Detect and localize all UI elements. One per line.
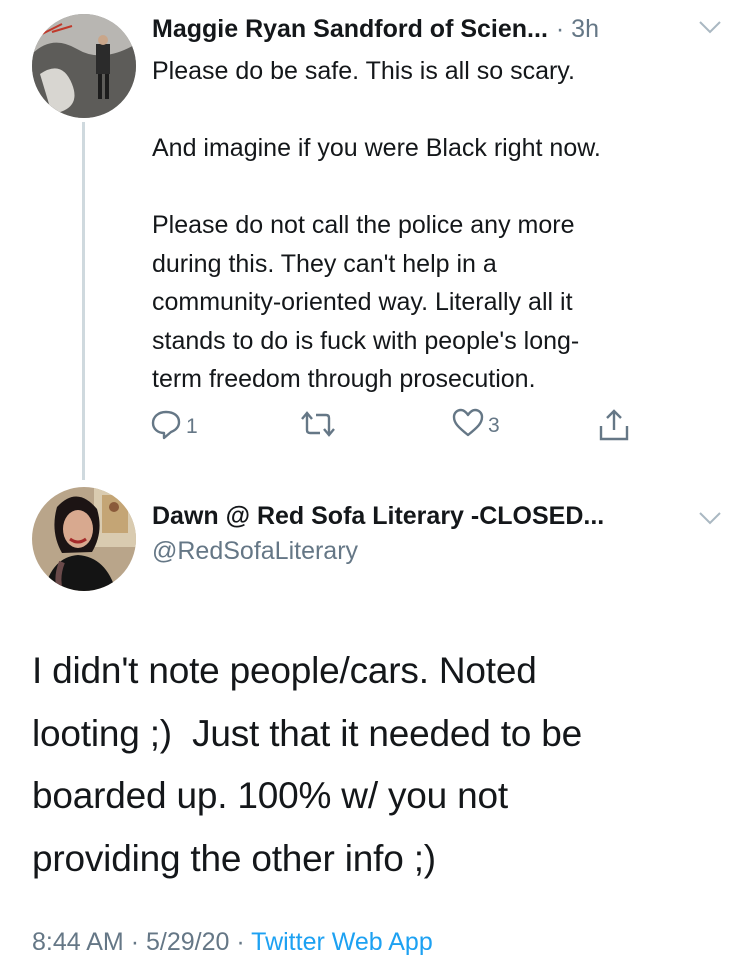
- text-line: community-oriented way. Literally all it: [152, 288, 573, 316]
- share-icon: [599, 409, 629, 441]
- source-app-link[interactable]: Twitter Web App: [251, 928, 433, 956]
- retweet-button[interactable]: [300, 408, 340, 440]
- text-line: boarded up. 100% w/ you not: [32, 775, 508, 816]
- retweet-icon: [301, 411, 335, 437]
- text-line: Please do be safe. This is all so scary.: [152, 57, 575, 85]
- text-line: during this. They can't help in a: [152, 249, 497, 278]
- text-line: stands to do is fuck with people's long-: [152, 326, 580, 355]
- author-name[interactable]: Maggie Ryan Sandford of Scien...: [152, 15, 548, 44]
- avatar[interactable]: [32, 487, 136, 591]
- text-line: providing the other info ;): [32, 837, 436, 879]
- main-tweet-header: Dawn @ Red Sofa Literary -CLOSED... @Red…: [152, 502, 722, 566]
- heart-icon: [452, 408, 484, 437]
- reply-tweet-header: Maggie Ryan Sandford of Scien... · 3h: [152, 12, 722, 46]
- chevron-down-icon[interactable]: [698, 19, 722, 40]
- main-tweet-text: I didn't note people/cars. Noted looting…: [32, 640, 722, 890]
- separator-dot: ·: [236, 928, 245, 956]
- avatar[interactable]: [32, 14, 136, 118]
- tweet-date[interactable]: 5/29/20: [146, 928, 229, 956]
- separator-dot: ·: [555, 14, 565, 43]
- text-line: looting ;) Just that it needed to be: [32, 712, 583, 754]
- tweet-footer: 8:44 AM · 5/29/20 · Twitter Web App: [32, 928, 433, 957]
- reply-count: 1: [186, 415, 198, 438]
- avatar-image: [32, 487, 136, 591]
- text-line: I didn't note people/cars. Noted: [32, 650, 537, 691]
- thread-connector-line: [82, 122, 85, 480]
- author-handle[interactable]: @RedSofaLiterary: [152, 537, 722, 566]
- separator-dot: ·: [130, 928, 140, 956]
- author-name[interactable]: Dawn @ Red Sofa Literary -CLOSED...: [152, 502, 722, 531]
- reply-icon: [151, 410, 181, 440]
- tweet-time[interactable]: 8:44 AM: [32, 928, 124, 956]
- reply-tweet-text: Please do be safe. This is all so scary.…: [152, 52, 712, 399]
- reply-button[interactable]: 1: [150, 408, 198, 440]
- tweet-time[interactable]: 3h: [571, 15, 599, 43]
- text-line: And imagine if you were Black right now.: [152, 134, 601, 162]
- avatar-image: [32, 14, 136, 118]
- text-line: term freedom through prosecution.: [152, 365, 536, 393]
- like-button[interactable]: 3: [452, 408, 500, 438]
- tweet-meta: · 3h: [556, 15, 599, 44]
- chevron-down-icon[interactable]: [698, 510, 722, 531]
- like-count: 3: [488, 414, 500, 437]
- share-button[interactable]: [598, 408, 630, 442]
- tweet-actions: 1 3: [150, 408, 650, 448]
- text-line: Please do not call the police any more: [152, 211, 575, 239]
